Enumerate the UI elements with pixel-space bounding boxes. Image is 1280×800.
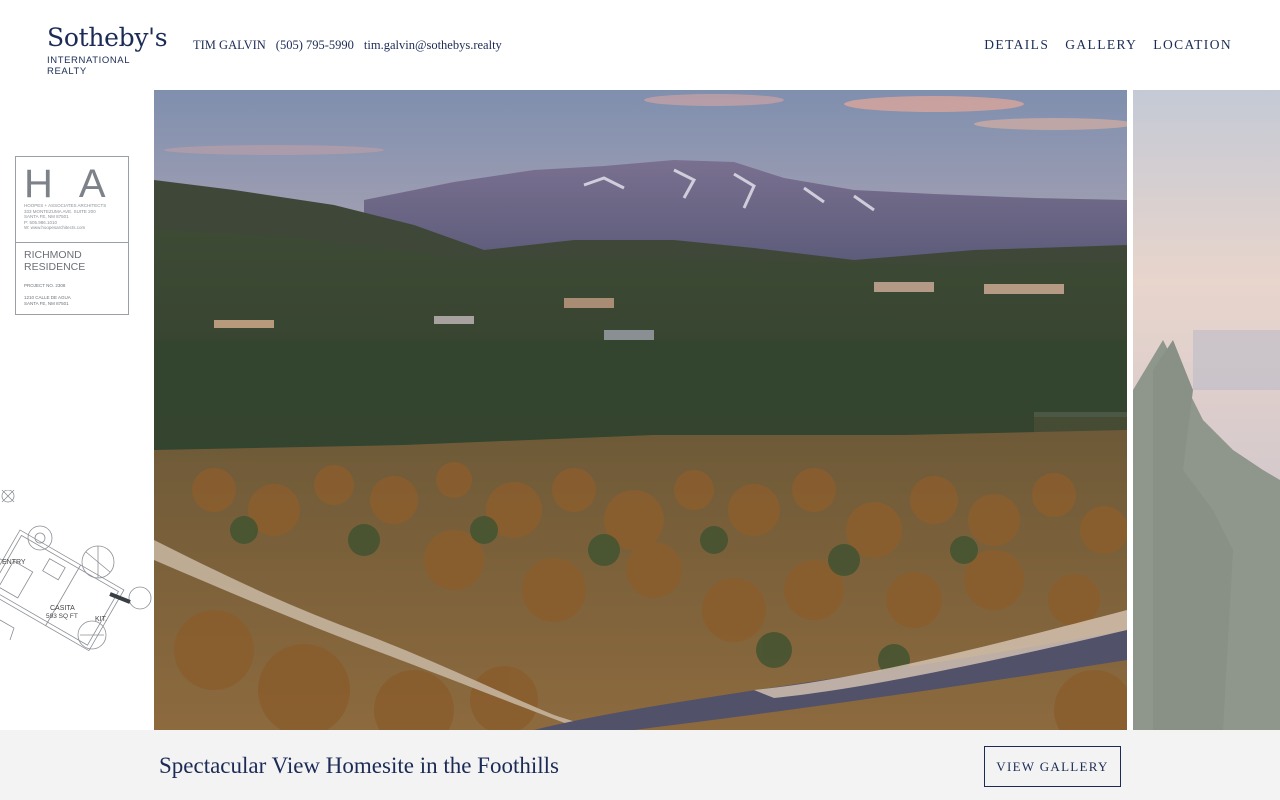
floor-plan-drawing: ENTRY CASITA 593 SQ FT KIT.: [0, 490, 152, 652]
plan-title-block: HA HOOPES + ASSOCIATES ARCHITECTS 333 MO…: [15, 156, 129, 315]
plan-label-entry: ENTRY: [2, 559, 26, 566]
site-header: Sotheby's INTERNATIONAL REALTY TIM GALVI…: [0, 0, 1280, 90]
project-address-2: SANTA FE, NM 87501: [24, 301, 69, 306]
agent-phone[interactable]: (505) 795-5990: [276, 38, 354, 53]
agent-contact: TIM GALVIN (505) 795-5990 tim.galvin@sot…: [193, 38, 502, 53]
firm-line: W: www.hoopesarchitects.com: [24, 225, 86, 230]
gallery-slide-previous[interactable]: HA HOOPES + ASSOCIATES ARCHITECTS 333 MO…: [0, 90, 154, 730]
aerial-landscape-photo: [154, 90, 1127, 730]
view-gallery-button[interactable]: VIEW GALLERY: [984, 746, 1121, 787]
listing-title: Spectacular View Homesite in the Foothil…: [159, 753, 559, 778]
architect-logo: HA: [24, 162, 132, 206]
main-nav: DETAILS GALLERY LOCATION: [984, 37, 1232, 53]
logo-wordmark: Sotheby's: [47, 23, 168, 52]
project-number: PROJECT NO. 2308: [24, 283, 66, 288]
nav-location[interactable]: LOCATION: [1153, 37, 1232, 53]
plan-label-casita: CASITA: [50, 605, 75, 612]
nav-details[interactable]: DETAILS: [984, 37, 1049, 53]
sothebys-logo[interactable]: Sotheby's INTERNATIONAL REALTY: [47, 23, 168, 78]
logo-subtitle: INTERNATIONAL REALTY: [47, 55, 130, 77]
plan-label-casita-size: 593 SQ FT: [46, 613, 78, 620]
agent-name: TIM GALVIN: [193, 38, 266, 52]
gallery-slide-next[interactable]: [1133, 90, 1280, 730]
gallery-carousel[interactable]: HA HOOPES + ASSOCIATES ARCHITECTS 333 MO…: [0, 90, 1280, 730]
project-name: RICHMOND RESIDENCE: [24, 249, 86, 273]
plan-label-kitchen: KIT.: [95, 616, 107, 623]
agent-email[interactable]: tim.galvin@sothebys.realty: [364, 38, 502, 53]
listing-footer: Spectacular View Homesite in the Foothil…: [0, 730, 1280, 800]
gallery-slide-current[interactable]: [154, 90, 1127, 730]
nav-gallery[interactable]: GALLERY: [1065, 37, 1137, 53]
inactive-slide-overlay: [1133, 90, 1280, 730]
